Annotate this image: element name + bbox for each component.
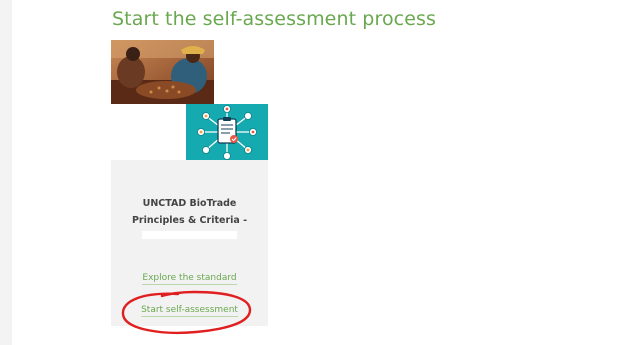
explore-standard-link[interactable]: Explore the standard (111, 273, 268, 285)
page-title: Start the self-assessment process (112, 8, 437, 30)
page-background (12, 0, 633, 345)
clipboard-checklist-icon (186, 104, 268, 160)
farmers-photo (111, 40, 214, 104)
start-self-assessment-link[interactable]: Start self-assessment (111, 305, 268, 317)
card-title-line-1: UNCTAD BioTrade (142, 198, 237, 209)
explore-standard-label: Explore the standard (142, 273, 237, 285)
card-title-line-2: Principles & Criteria - (131, 215, 248, 226)
card-title: UNCTAD BioTrade Principles & Criteria - (111, 195, 268, 229)
card-placeholder-bar (142, 231, 237, 239)
standard-card: UNCTAD BioTrade Principles & Criteria - … (111, 160, 268, 326)
start-self-assessment-label: Start self-assessment (141, 305, 238, 317)
